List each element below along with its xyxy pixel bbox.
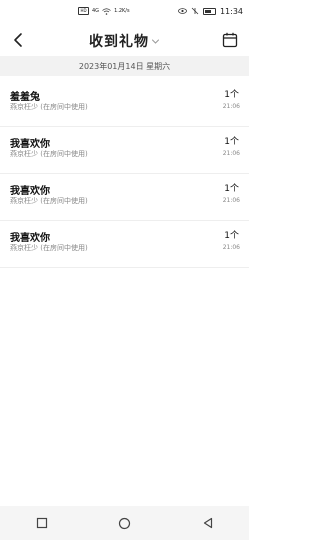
triangle-back-icon xyxy=(203,517,212,529)
square-icon xyxy=(36,517,47,529)
gift-count: 1个 xyxy=(224,137,239,147)
gift-sender: 燕京枉少 (在房间中使用) xyxy=(10,103,88,111)
network-speed: 1.2K/s xyxy=(114,8,130,14)
list-item[interactable]: 羞羞兔 燕京枉少 (在房间中使用) 1个 21:06 xyxy=(0,80,249,127)
page-title: 收到礼物 xyxy=(89,34,149,50)
gift-list: 羞羞兔 燕京枉少 (在房间中使用) 1个 21:06 我喜欢你 燕京枉少 (在房… xyxy=(0,80,249,268)
system-nav-bar xyxy=(0,506,249,540)
gift-time: 21:06 xyxy=(222,244,240,251)
hd-badge: HD xyxy=(78,7,89,15)
list-item[interactable]: 我喜欢你 燕京枉少 (在房间中使用) 1个 21:06 xyxy=(0,174,249,221)
gift-name: 我喜欢你 xyxy=(10,139,50,150)
battery-icon xyxy=(202,7,216,15)
gift-count: 1个 xyxy=(224,184,239,194)
chevron-left-icon[interactable] xyxy=(10,31,28,49)
status-right: 11:34 xyxy=(178,7,249,16)
gift-name: 羞羞兔 xyxy=(10,92,40,103)
mute-icon xyxy=(191,7,199,15)
back-button[interactable] xyxy=(198,513,218,533)
gift-time: 21:06 xyxy=(222,197,240,204)
gift-count: 1个 xyxy=(224,231,239,241)
gift-name: 我喜欢你 xyxy=(10,186,50,197)
eye-icon xyxy=(178,8,187,14)
wifi-icon xyxy=(102,7,111,15)
header: 收到礼物 xyxy=(0,24,249,58)
gift-name: 我喜欢你 xyxy=(10,233,50,244)
title-dropdown[interactable]: 收到礼物 xyxy=(89,31,160,51)
list-item[interactable]: 我喜欢你 燕京枉少 (在房间中使用) 1个 21:06 xyxy=(0,221,249,268)
gift-sender: 燕京枉少 (在房间中使用) xyxy=(10,197,88,205)
gift-time: 21:06 xyxy=(222,150,240,157)
chevron-down-icon xyxy=(152,39,159,44)
status-left: HD 4G 1.2K/s xyxy=(0,7,130,15)
date-bar: 2023年01月14日 星期六 xyxy=(0,56,249,76)
gift-sender: 燕京枉少 (在房间中使用) xyxy=(10,244,88,252)
gift-count: 1个 xyxy=(224,90,239,100)
calendar-icon[interactable] xyxy=(221,31,239,49)
home-button[interactable] xyxy=(115,513,135,533)
list-item[interactable]: 我喜欢你 燕京枉少 (在房间中使用) 1个 21:06 xyxy=(0,127,249,174)
circle-icon xyxy=(118,517,131,529)
network-label: 4G xyxy=(92,8,100,14)
recent-apps-button[interactable] xyxy=(32,513,52,533)
gift-sender: 燕京枉少 (在房间中使用) xyxy=(10,150,88,158)
date-text: 2023年01月14日 星期六 xyxy=(78,61,171,71)
gift-time: 21:06 xyxy=(222,103,240,110)
status-bar: HD 4G 1.2K/s 11:34 xyxy=(0,0,249,22)
status-time: 11:34 xyxy=(219,6,243,16)
